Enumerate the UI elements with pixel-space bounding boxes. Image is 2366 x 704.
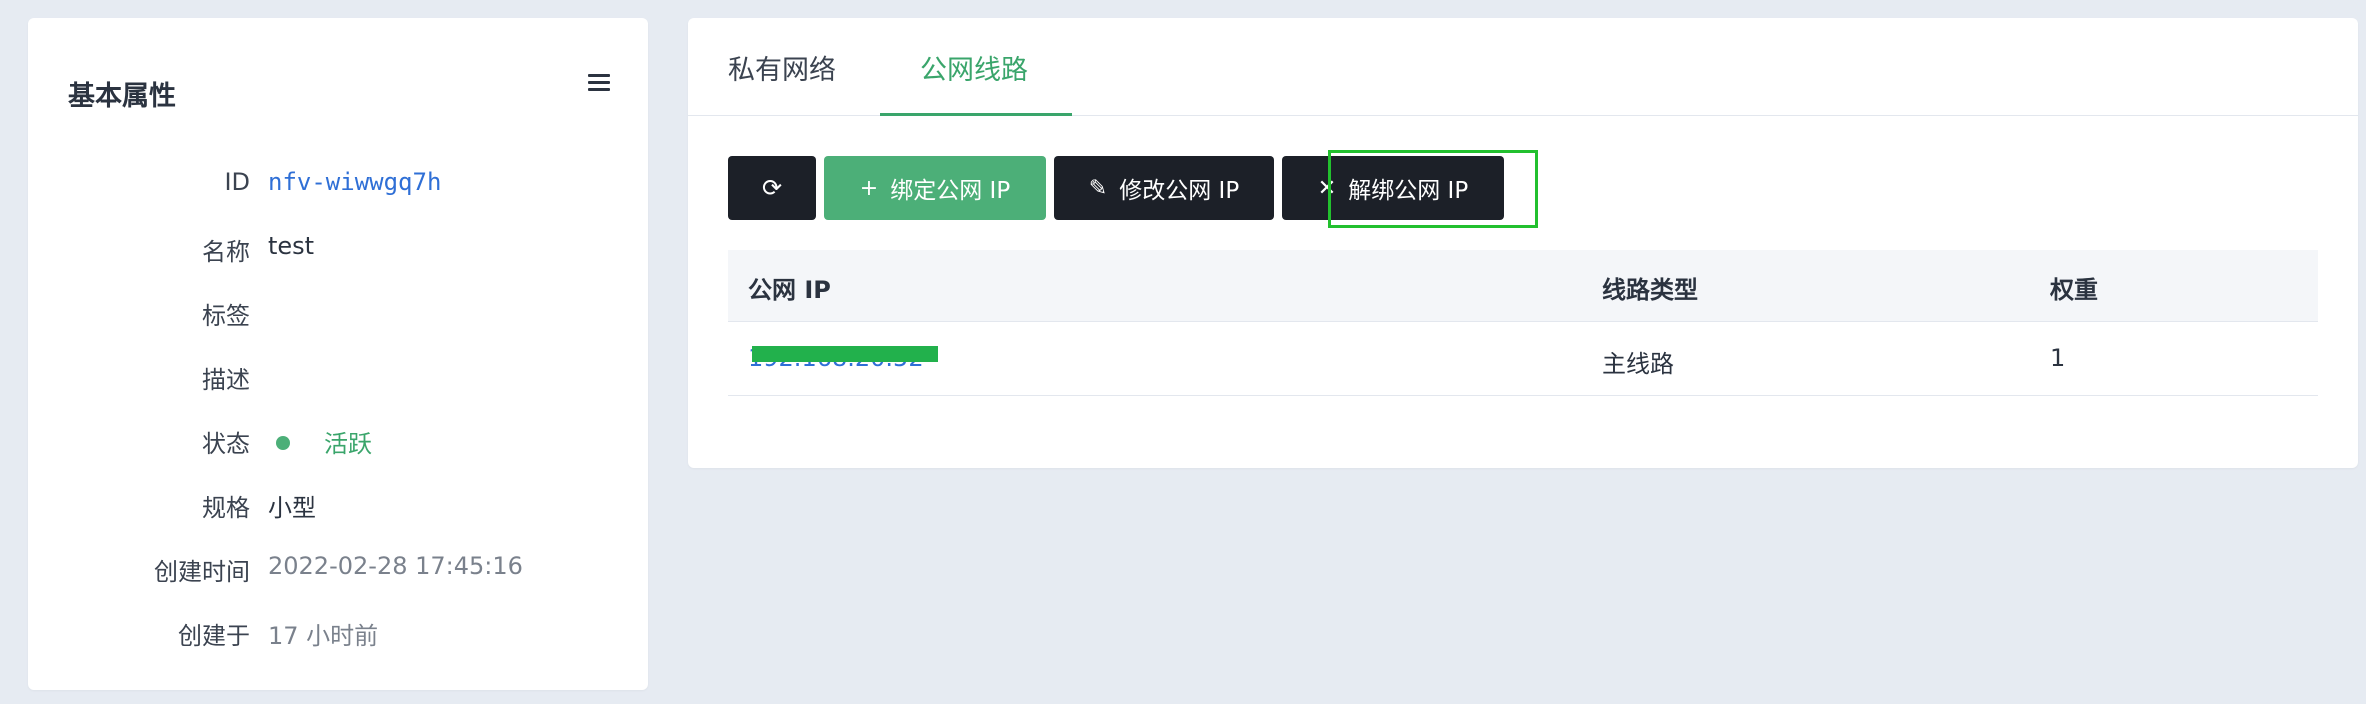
refresh-button[interactable]: ⟳ <box>728 156 816 220</box>
prop-row-created-time: 创建时间 2022-02-28 17:45:16 <box>28 552 648 588</box>
active-tab-indicator <box>880 113 1072 116</box>
unbind-public-ip-label: 解绑公网 IP <box>1348 178 1469 204</box>
prop-label: ID <box>224 168 250 196</box>
close-icon: ✕ <box>1317 175 1337 201</box>
bind-public-ip-label: 绑定公网 IP <box>890 178 1011 204</box>
prop-row-desc: 描述 <box>28 360 648 396</box>
resource-name: test <box>268 232 315 260</box>
prop-label: 创建时间 <box>154 558 250 586</box>
prop-row-tags: 标签 <box>28 296 648 332</box>
prop-label: 状态 <box>202 430 250 458</box>
prop-row-spec: 规格 小型 <box>28 488 648 524</box>
detail-tabs-card: 私有网络 公网线路 ⟳ + 绑定公网 IP ✎ 修改公网 IP ✕ 解绑公网 I… <box>688 18 2358 468</box>
column-header-weight[interactable]: 权重 <box>2050 270 2098 305</box>
prop-label: 规格 <box>202 494 250 522</box>
refresh-icon: ⟳ <box>761 174 783 202</box>
redaction-mark <box>752 346 938 362</box>
column-header-line-type[interactable]: 线路类型 <box>1602 270 1698 305</box>
bind-public-ip-button[interactable]: + 绑定公网 IP <box>824 156 1046 220</box>
table-row: 192.168.20.52 主线路 1 <box>728 322 2318 396</box>
card-title: 基本属性 <box>68 81 176 112</box>
tab-private-network[interactable]: 私有网络 <box>728 48 836 87</box>
prop-label: 创建于 <box>178 622 250 650</box>
tab-bar: 私有网络 公网线路 <box>688 18 2358 116</box>
created-time: 2022-02-28 17:45:16 <box>268 552 523 580</box>
prop-row-id: ID nfv-wiwwgq7h <box>28 168 648 204</box>
status-badge: 活跃 <box>268 424 372 459</box>
status-dot-icon <box>276 436 290 450</box>
unbind-public-ip-button[interactable]: ✕ 解绑公网 IP <box>1282 156 1504 220</box>
prop-row-name: 名称 test <box>28 232 648 268</box>
weight-cell: 1 <box>2050 344 2066 372</box>
plus-icon: + <box>859 175 879 201</box>
prop-row-status: 状态 活跃 <box>28 424 648 460</box>
basic-properties-card: 基本属性 ID nfv-wiwwgq7h 名称 test 标签 描述 状态 活跃… <box>28 18 648 690</box>
tab-public-line[interactable]: 公网线路 <box>920 48 1028 87</box>
table-header: 公网 IP 线路类型 权重 <box>728 250 2318 322</box>
prop-row-created-ago: 创建于 17 小时前 <box>28 616 648 652</box>
modify-public-ip-button[interactable]: ✎ 修改公网 IP <box>1054 156 1274 220</box>
column-header-ip[interactable]: 公网 IP <box>748 270 831 305</box>
status-text: 活跃 <box>324 430 372 458</box>
resource-id: nfv-wiwwgq7h <box>268 168 442 196</box>
prop-label: 描述 <box>202 366 250 394</box>
toolbar: ⟳ + 绑定公网 IP ✎ 修改公网 IP ✕ 解绑公网 IP <box>728 150 1728 228</box>
modify-public-ip-label: 修改公网 IP <box>1119 178 1240 204</box>
hamburger-menu-icon[interactable] <box>588 74 610 94</box>
prop-label: 名称 <box>202 238 250 266</box>
resource-spec: 小型 <box>268 494 316 522</box>
public-ip-table: 公网 IP 线路类型 权重 192.168.20.52 主线路 1 <box>728 250 2318 396</box>
prop-label: 标签 <box>202 302 250 330</box>
line-type-cell: 主线路 <box>1602 350 1674 378</box>
pencil-icon: ✎ <box>1088 175 1108 201</box>
created-ago: 17 小时前 <box>268 622 379 650</box>
